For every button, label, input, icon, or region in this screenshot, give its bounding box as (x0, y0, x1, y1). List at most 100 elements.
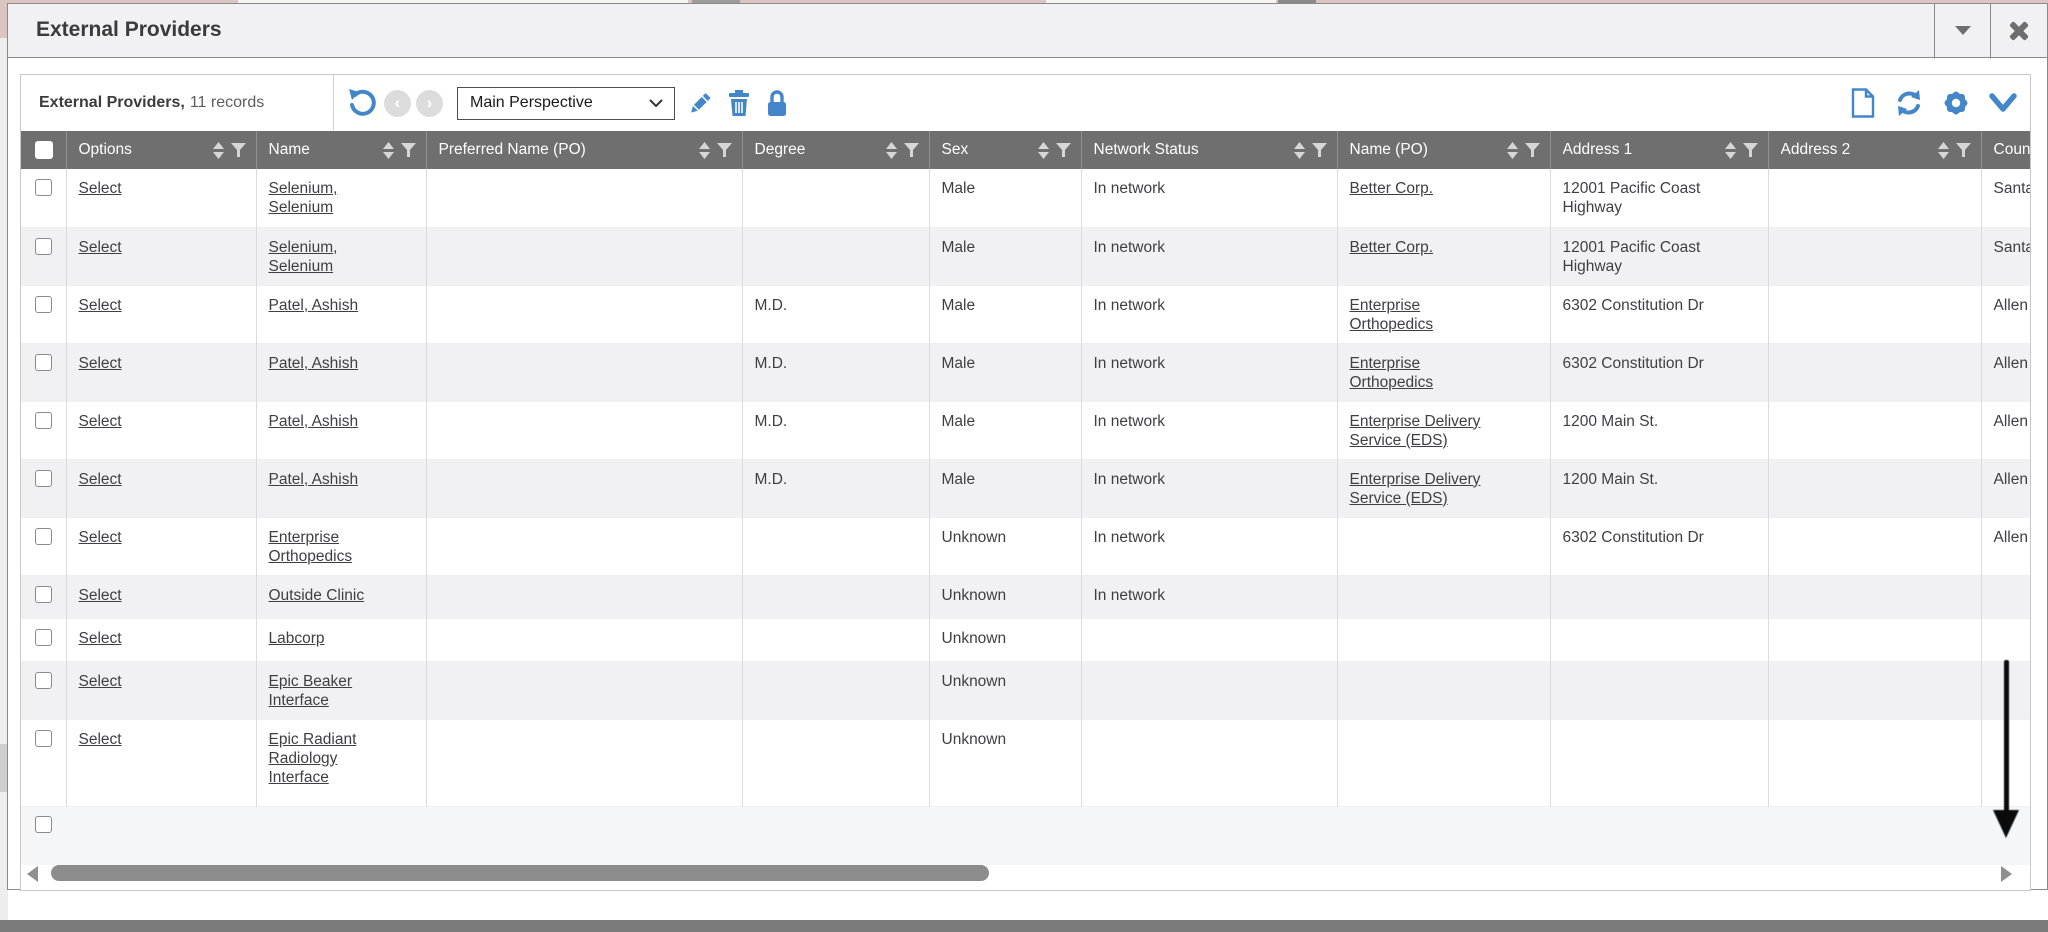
window-collapse-button[interactable] (1934, 4, 1990, 57)
footer-row-checkbox[interactable] (35, 816, 52, 833)
cell-text: In network (1094, 180, 1166, 197)
provider-name-link[interactable]: Patel, Ashish (269, 470, 359, 489)
cell-county (1981, 719, 2030, 806)
provider-name-link[interactable]: Patel, Ashish (269, 412, 359, 431)
sort-icon[interactable] (1725, 142, 1736, 159)
select-link[interactable]: Select (79, 630, 122, 647)
select-link[interactable]: Select (79, 587, 122, 604)
row-checkbox[interactable] (35, 412, 52, 429)
select-link[interactable]: Select (79, 180, 122, 197)
provider-name-link[interactable]: Labcorp (269, 629, 325, 648)
row-checkbox[interactable] (35, 629, 52, 646)
perspective-select[interactable]: Main Perspective (457, 87, 675, 120)
sort-icon[interactable] (1507, 142, 1518, 159)
cell-network_status (1081, 661, 1337, 719)
select-link[interactable]: Select (79, 355, 122, 372)
column-label: Degree (755, 141, 882, 159)
provider-name-link[interactable]: Epic Radiant Radiology Interface (269, 730, 391, 787)
sort-icon[interactable] (886, 142, 897, 159)
select-link[interactable]: Select (79, 673, 122, 690)
lock-perspective-button[interactable] (764, 89, 790, 117)
row-checkbox[interactable] (35, 528, 52, 545)
chevron-down-icon (1955, 26, 1971, 35)
row-checkbox[interactable] (35, 296, 52, 313)
delete-perspective-button[interactable] (726, 89, 752, 117)
filter-icon[interactable] (717, 143, 732, 158)
more-options-button[interactable] (1988, 92, 2018, 114)
provider-name-link[interactable]: Selenium, Selenium (269, 238, 391, 276)
column-header-address-2[interactable]: Address 2 (1768, 131, 1981, 169)
filter-icon[interactable] (401, 143, 416, 158)
window-close-button[interactable] (1990, 4, 2047, 57)
provider-name-link[interactable]: Outside Clinic (269, 586, 365, 605)
row-checkbox[interactable] (35, 179, 52, 196)
provider-name-link[interactable]: Selenium, Selenium (269, 179, 391, 217)
table-row: SelectPatel, AshishM.D.MaleIn networkEnt… (21, 343, 2030, 401)
column-header-address-1[interactable]: Address 1 (1550, 131, 1768, 169)
provider-po-link[interactable]: Enterprise Orthopedics (1350, 354, 1498, 392)
sort-icon[interactable] (213, 142, 224, 159)
provider-po-link[interactable]: Enterprise Delivery Service (EDS) (1350, 412, 1498, 450)
provider-po-link[interactable]: Enterprise Delivery Service (EDS) (1350, 470, 1498, 508)
column-header-sex[interactable]: Sex (929, 131, 1081, 169)
filter-icon[interactable] (1956, 143, 1971, 158)
column-header-county[interactable]: County (1981, 131, 2030, 169)
provider-name-link[interactable]: Epic Beaker Interface (269, 672, 391, 710)
select-link[interactable]: Select (79, 239, 122, 256)
filter-icon[interactable] (1056, 143, 1071, 158)
refresh-button[interactable] (1894, 88, 1924, 118)
cell-options: Select (66, 401, 256, 459)
column-header-name[interactable]: Name (256, 131, 426, 169)
column-header-preferred-name-po-[interactable]: Preferred Name (PO) (426, 131, 742, 169)
sort-icon[interactable] (1294, 142, 1305, 159)
provider-name-link[interactable]: Enterprise Orthopedics (269, 528, 391, 566)
scroll-left-arrow[interactable] (27, 866, 38, 882)
cell-text: M.D. (755, 413, 788, 430)
select-chevron-icon (648, 98, 664, 108)
undo-button[interactable] (346, 88, 376, 118)
scroll-right-arrow[interactable] (2001, 866, 2012, 882)
sort-icon[interactable] (1938, 142, 1949, 159)
select-link[interactable]: Select (79, 731, 122, 748)
column-label: Options (79, 141, 209, 159)
forward-button[interactable]: › (416, 90, 443, 117)
filter-icon[interactable] (231, 143, 246, 158)
sort-icon[interactable] (383, 142, 394, 159)
provider-po-link[interactable]: Enterprise Orthopedics (1350, 296, 1498, 334)
row-checkbox[interactable] (35, 238, 52, 255)
sort-icon[interactable] (699, 142, 710, 159)
cell-sex: Unknown (929, 661, 1081, 719)
row-checkbox[interactable] (35, 354, 52, 371)
edit-perspective-button[interactable] (687, 90, 714, 117)
row-checkbox[interactable] (35, 730, 52, 747)
select-link[interactable]: Select (79, 471, 122, 488)
cell-name: Outside Clinic (256, 575, 426, 618)
sort-icon[interactable] (1038, 142, 1049, 159)
row-checkbox[interactable] (35, 470, 52, 487)
filter-icon[interactable] (1312, 143, 1327, 158)
row-checkbox[interactable] (35, 586, 52, 603)
settings-button[interactable] (1942, 89, 1970, 117)
filter-icon[interactable] (904, 143, 919, 158)
select-link[interactable]: Select (79, 529, 122, 546)
provider-name-link[interactable]: Patel, Ashish (269, 354, 359, 373)
column-header-degree[interactable]: Degree (742, 131, 929, 169)
column-header-options[interactable]: Options (66, 131, 256, 169)
new-record-button[interactable] (1850, 88, 1876, 118)
select-all-checkbox[interactable] (35, 141, 53, 159)
select-link[interactable]: Select (79, 413, 122, 430)
filter-icon[interactable] (1525, 143, 1540, 158)
column-header-network-status[interactable]: Network Status (1081, 131, 1337, 169)
cell-county: Santa (1981, 169, 2030, 227)
scrollbar-thumb[interactable] (51, 865, 989, 881)
window-title: External Providers (36, 18, 222, 42)
provider-po-link[interactable]: Better Corp. (1350, 238, 1434, 257)
column-header-name-po-[interactable]: Name (PO) (1337, 131, 1550, 169)
back-button[interactable]: ‹ (384, 90, 411, 117)
select-link[interactable]: Select (79, 297, 122, 314)
filter-icon[interactable] (1743, 143, 1758, 158)
provider-po-link[interactable]: Better Corp. (1350, 179, 1434, 198)
cell-address_2 (1768, 169, 1981, 227)
row-checkbox[interactable] (35, 672, 52, 689)
provider-name-link[interactable]: Patel, Ashish (269, 296, 359, 315)
